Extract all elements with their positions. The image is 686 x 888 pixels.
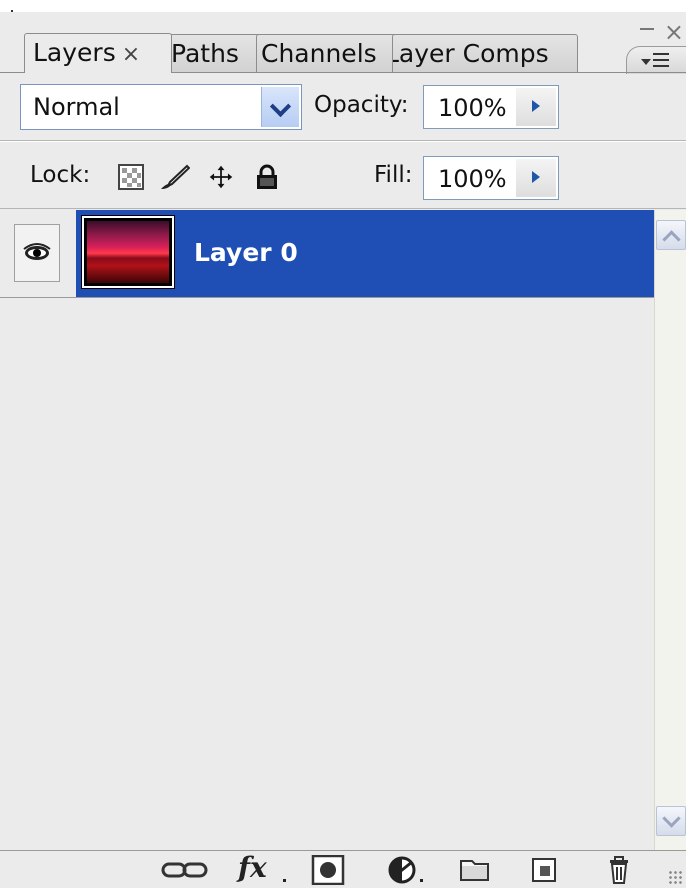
scroll-up-button[interactable] [656, 220, 686, 250]
new-group-icon[interactable] [458, 855, 494, 885]
lock-position-icon[interactable] [206, 164, 236, 190]
tab-paths[interactable]: Paths [164, 34, 262, 72]
delete-layer-icon[interactable] [604, 855, 634, 885]
tab-channels-label: Channels [261, 39, 377, 68]
new-layer-icon[interactable] [530, 855, 560, 885]
visibility-toggle[interactable] [14, 224, 60, 282]
blend-dropdown-button[interactable] [261, 87, 299, 127]
blend-mode-value: Normal [33, 93, 120, 121]
layers-panel: × Layers × Paths Channels Layer Comps Nor… [0, 0, 686, 888]
tab-layer-comps[interactable]: Layer Comps [392, 34, 578, 72]
opacity-field[interactable]: 100% [423, 85, 559, 129]
opacity-label: Opacity: [314, 92, 409, 118]
menu-lines-icon [653, 53, 669, 67]
fill-value: 100% [438, 165, 507, 193]
fx-dropdown-icon [283, 879, 286, 882]
tab-layers[interactable]: Layers × [24, 33, 172, 73]
fill-label: Fill: [374, 162, 413, 188]
opacity-slider-button[interactable] [516, 88, 556, 126]
chevron-down-icon [662, 809, 681, 828]
layer-list-scrollbar[interactable] [654, 210, 686, 850]
fill-slider-button[interactable] [516, 159, 556, 197]
divider [0, 208, 686, 209]
resize-grip-icon[interactable] [668, 870, 682, 884]
selected-layer-highlight[interactable]: Layer 0 [76, 210, 654, 297]
lock-fill-row: Lock: Fill: 100% [0, 142, 686, 208]
arrow-right-icon [532, 171, 540, 183]
tab-close-icon[interactable]: × [122, 42, 140, 67]
layer-style-icon[interactable]: fx [238, 851, 267, 884]
scroll-down-button[interactable] [656, 806, 686, 836]
eye-icon [23, 243, 51, 260]
fill-field[interactable]: 100% [423, 156, 559, 200]
lock-label: Lock: [30, 162, 91, 188]
arrow-right-icon [532, 100, 540, 112]
layer-row[interactable]: Layer 0 [0, 210, 654, 298]
layers-bottom-toolbar: fx [0, 850, 686, 888]
close-panel-icon[interactable]: × [664, 20, 684, 44]
opacity-value: 100% [438, 94, 507, 122]
chevron-up-icon [662, 230, 681, 249]
lock-all-icon[interactable] [254, 164, 280, 190]
blend-opacity-row: Normal Opacity: 100% [0, 74, 686, 140]
tab-paths-label: Paths [171, 39, 239, 68]
link-layers-icon[interactable] [160, 855, 210, 885]
add-mask-icon[interactable] [310, 855, 346, 885]
layer-list: Layer 0 [0, 210, 654, 850]
panel-menu-button[interactable] [626, 46, 686, 74]
tab-layer-comps-label: Layer Comps [392, 39, 549, 68]
minimize-icon[interactable] [640, 28, 654, 30]
chevron-down-icon [269, 95, 292, 118]
lock-image-pixels-icon[interactable] [160, 164, 190, 190]
tab-channels[interactable]: Channels [256, 34, 398, 72]
adjustment-layer-icon[interactable] [384, 855, 432, 885]
sunset-image-thumbnail [87, 221, 169, 283]
menu-arrow-icon [641, 59, 651, 65]
layer-name[interactable]: Layer 0 [194, 238, 298, 267]
layer-thumbnail [81, 215, 175, 289]
blend-mode-select[interactable]: Normal [20, 84, 302, 130]
panel-top-strip [0, 0, 686, 12]
tab-layers-label: Layers [33, 38, 116, 67]
lock-transparent-pixels-icon[interactable] [118, 164, 144, 190]
